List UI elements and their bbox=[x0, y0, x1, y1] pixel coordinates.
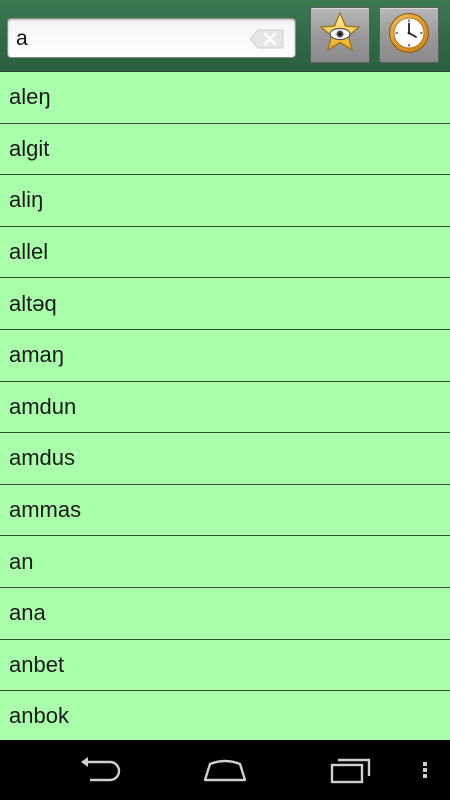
list-item[interactable]: anbok bbox=[0, 691, 450, 740]
list-item[interactable]: amdus bbox=[0, 433, 450, 485]
back-icon[interactable] bbox=[78, 756, 124, 784]
list-item[interactable]: amaŋ bbox=[0, 330, 450, 382]
list-item[interactable]: amdun bbox=[0, 382, 450, 434]
list-item[interactable]: anbet bbox=[0, 640, 450, 692]
backspace-clear-icon[interactable] bbox=[249, 29, 285, 49]
dictionary-app: aleŋalgitaliŋallelaltəqamaŋamdunamdusamm… bbox=[0, 0, 450, 800]
star-eye-icon bbox=[318, 10, 362, 60]
clock-icon bbox=[388, 12, 430, 59]
search-box[interactable] bbox=[7, 18, 296, 58]
word-list: aleŋ algit aliŋ allel altəq amaŋ amdun amdus amm… bbox=[0, 72, 450, 740]
list-item[interactable]: altəq bbox=[0, 278, 450, 330]
list-item[interactable]: allel bbox=[0, 227, 450, 279]
list-item[interactable]: aleŋ bbox=[0, 72, 450, 124]
list-item[interactable]: an bbox=[0, 536, 450, 588]
search-input[interactable] bbox=[16, 25, 246, 53]
overflow-menu-icon[interactable] bbox=[419, 756, 431, 784]
history-button[interactable] bbox=[379, 7, 439, 63]
system-navbar bbox=[0, 740, 450, 800]
favorites-button[interactable] bbox=[310, 7, 370, 63]
top-toolbar bbox=[0, 0, 450, 72]
list-item[interactable]: ammas bbox=[0, 485, 450, 537]
list-item[interactable]: aliŋ bbox=[0, 175, 450, 227]
home-icon[interactable] bbox=[200, 756, 250, 784]
recent-apps-icon[interactable] bbox=[328, 756, 374, 784]
list-item[interactable]: ana bbox=[0, 588, 450, 640]
list-item[interactable]: algit bbox=[0, 124, 450, 176]
